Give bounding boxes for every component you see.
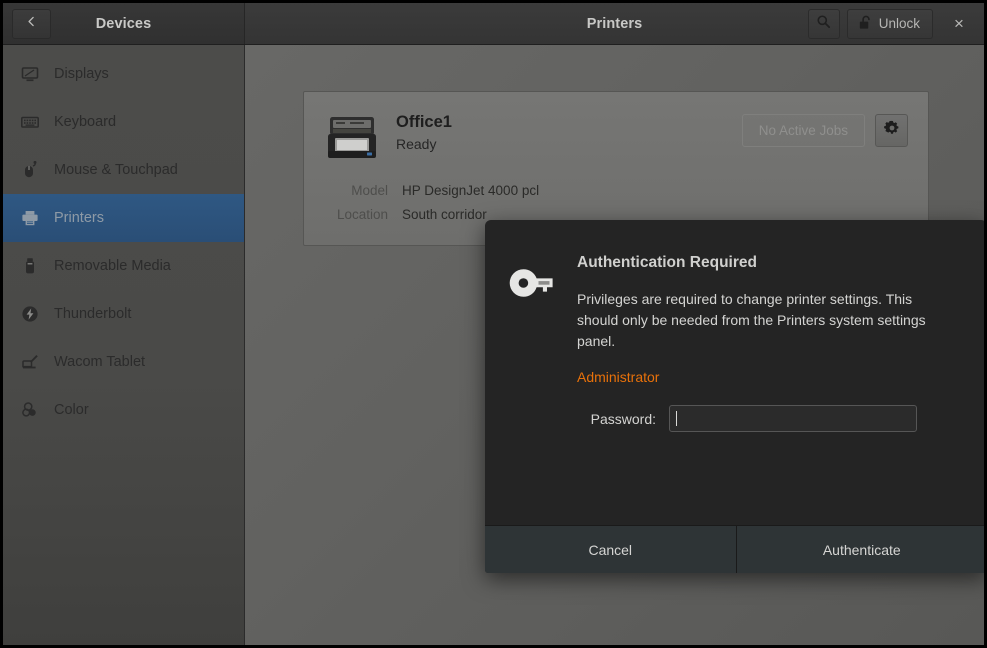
dialog-body: Authentication Required Privileges are r…: [485, 220, 984, 525]
dialog-buttons: Cancel Authenticate: [485, 525, 984, 573]
sidebar-item-mouse-touchpad[interactable]: Mouse & Touchpad: [3, 146, 244, 194]
sidebar-item-label: Mouse & Touchpad: [54, 162, 178, 178]
sidebar-item-label: Removable Media: [54, 258, 171, 274]
printer-settings-button[interactable]: [875, 114, 908, 147]
printer-name-block: Office1 Ready: [396, 110, 724, 152]
printer-card-header: Office1 Ready No Active Jobs: [326, 110, 908, 161]
display-icon: [20, 64, 40, 84]
padlock-open-icon: [858, 15, 872, 33]
printer-device-icon: [326, 113, 378, 161]
authenticate-label: Authenticate: [822, 541, 901, 558]
search-button[interactable]: [807, 8, 840, 39]
search-icon: [816, 14, 831, 34]
printer-card-actions: No Active Jobs: [741, 110, 908, 147]
usb-drive-icon: [20, 256, 40, 276]
header-actions: Unlock ×: [807, 7, 976, 41]
printers-content: Office1 Ready No Active Jobs Model HP De…: [245, 45, 984, 645]
printer-icon: [20, 208, 40, 228]
password-row: Password:: [577, 405, 959, 432]
sidebar-item-label: Printers: [54, 210, 104, 226]
text-cursor: [676, 411, 677, 426]
mouse-icon: [20, 160, 40, 180]
sidebar-item-label: Color: [54, 402, 89, 418]
dialog-identity: Administrator: [577, 369, 660, 385]
dialog-text: Authentication Required Privileges are r…: [577, 250, 959, 525]
active-jobs-button[interactable]: No Active Jobs: [741, 114, 865, 147]
sidebar-item-thunderbolt[interactable]: Thunderbolt: [3, 290, 244, 338]
dialog-message: Privileges are required to change printe…: [577, 291, 926, 349]
header-bar: Devices Printers Unlock ×: [3, 3, 984, 45]
gear-icon: [883, 120, 900, 141]
cancel-button[interactable]: Cancel: [485, 526, 737, 573]
keyboard-icon: [20, 112, 40, 132]
sidebar-header-title: Devices: [95, 15, 152, 32]
color-circles-icon: [20, 400, 40, 420]
cancel-label: Cancel: [588, 541, 633, 558]
sidebar-item-color[interactable]: Color: [3, 386, 244, 434]
close-button[interactable]: ×: [942, 7, 976, 41]
detail-value: South corridor: [402, 207, 487, 222]
unlock-button[interactable]: Unlock: [846, 8, 933, 39]
sidebar-header: Devices: [3, 3, 245, 44]
authentication-dialog: Authentication Required Privileges are r…: [485, 220, 984, 573]
sidebar-item-label: Wacom Tablet: [54, 354, 146, 370]
printer-detail-row: Model HP DesignJet 4000 pcl: [326, 179, 908, 203]
password-label: Password:: [590, 410, 656, 427]
password-input[interactable]: [669, 405, 917, 432]
sidebar-item-displays[interactable]: Displays: [3, 50, 244, 98]
sidebar-item-label: Keyboard: [54, 114, 117, 130]
sidebar-item-label: Displays: [54, 66, 109, 82]
sidebar-item-removable-media[interactable]: Removable Media: [3, 242, 244, 290]
sidebar-item-keyboard[interactable]: Keyboard: [3, 98, 244, 146]
close-icon: ×: [954, 13, 964, 33]
thunderbolt-icon: [20, 304, 40, 324]
authenticate-button[interactable]: Authenticate: [736, 526, 984, 573]
key-icon: [509, 250, 557, 525]
settings-window: Devices Printers Unlock × Displays Keybo…: [3, 3, 984, 645]
sidebar: Displays Keyboard Mouse & Touchpad Print…: [3, 45, 245, 645]
unlock-label: Unlock: [878, 16, 920, 31]
dialog-title: Authentication Required: [577, 254, 757, 271]
detail-label: Model: [351, 183, 388, 198]
sidebar-item-label: Thunderbolt: [54, 306, 132, 322]
detail-label: Location: [336, 207, 388, 222]
window-body: Displays Keyboard Mouse & Touchpad Print…: [3, 45, 984, 645]
sidebar-item-wacom-tablet[interactable]: Wacom Tablet: [3, 338, 244, 386]
sidebar-item-printers[interactable]: Printers: [3, 194, 244, 242]
detail-value: HP DesignJet 4000 pcl: [402, 183, 540, 198]
printer-name: Office1: [396, 113, 452, 131]
wacom-tablet-icon: [20, 352, 40, 372]
active-jobs-label: No Active Jobs: [758, 123, 848, 138]
main-header: Printers Unlock ×: [245, 3, 984, 44]
printer-status: Ready: [396, 136, 437, 152]
